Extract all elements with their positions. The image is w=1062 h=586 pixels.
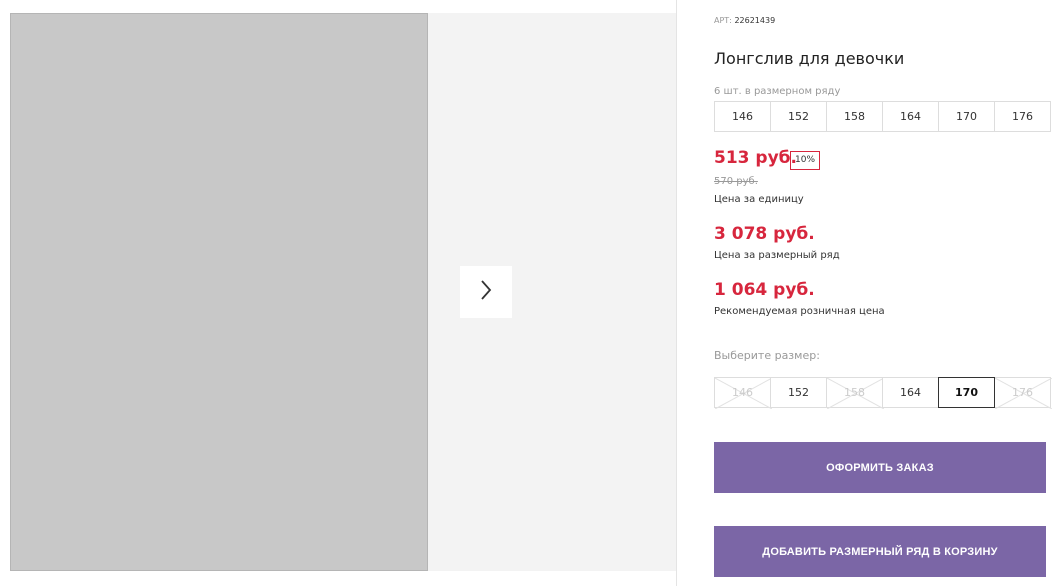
size-option-164[interactable]: 164 [882, 377, 939, 408]
product-title: Лонгслив для девочки [714, 49, 905, 68]
size-option-label: 158 [844, 386, 865, 399]
choose-size-label: Выберите размер: [714, 349, 820, 362]
size-selector: 146 152 158 164 170 176 [714, 377, 1052, 409]
size-option-label: 146 [732, 386, 753, 399]
article-label: АРТ: [714, 16, 732, 25]
pack-quantity: 6 шт. в размерном ряду [714, 86, 841, 97]
size-range-cell: 158 [826, 101, 883, 132]
retail-price: 1 064 руб. [714, 280, 815, 300]
size-option-label: 164 [900, 386, 921, 399]
product-gallery [10, 13, 677, 571]
article-number: 22621439 [734, 16, 776, 25]
size-range-cell: 152 [770, 101, 827, 132]
retail-price-label: Рекомендуемая розничная цена [714, 306, 885, 317]
order-button[interactable]: ОФОРМИТЬ ЗАКАЗ [714, 442, 1046, 493]
article-line: АРТ: 22621439 [714, 16, 775, 25]
unit-price-label: Цена за единицу [714, 194, 804, 205]
chevron-right-icon [479, 279, 493, 305]
unit-price: 513 руб. [714, 148, 797, 168]
size-range-cell: 170 [938, 101, 995, 132]
old-price: 570 руб. [714, 176, 758, 187]
size-option-label: 170 [955, 386, 978, 399]
size-option-label: 176 [1012, 386, 1033, 399]
size-option-label: 152 [788, 386, 809, 399]
column-divider [676, 0, 677, 586]
product-photo-placeholder [10, 13, 428, 571]
gallery-next-button[interactable] [460, 266, 512, 318]
product-photo[interactable] [10, 13, 428, 571]
size-range-cell: 164 [882, 101, 939, 132]
size-option-152[interactable]: 152 [770, 377, 827, 408]
size-option-146: 146 [714, 377, 772, 409]
size-option-176: 176 [994, 377, 1052, 409]
size-option-170[interactable]: 170 [938, 377, 995, 408]
discount-badge: 10% [790, 151, 821, 170]
size-option-158: 158 [826, 377, 884, 409]
set-price: 3 078 руб. [714, 224, 815, 244]
set-price-label: Цена за размерный ряд [714, 250, 840, 261]
size-range-cell: 146 [714, 101, 771, 132]
add-size-set-to-cart-button[interactable]: ДОБАВИТЬ РАЗМЕРНЫЙ РЯД В КОРЗИНУ [714, 526, 1046, 577]
size-range-grid: 146 152 158 164 170 176 [714, 101, 1051, 132]
size-range-cell: 176 [994, 101, 1051, 132]
